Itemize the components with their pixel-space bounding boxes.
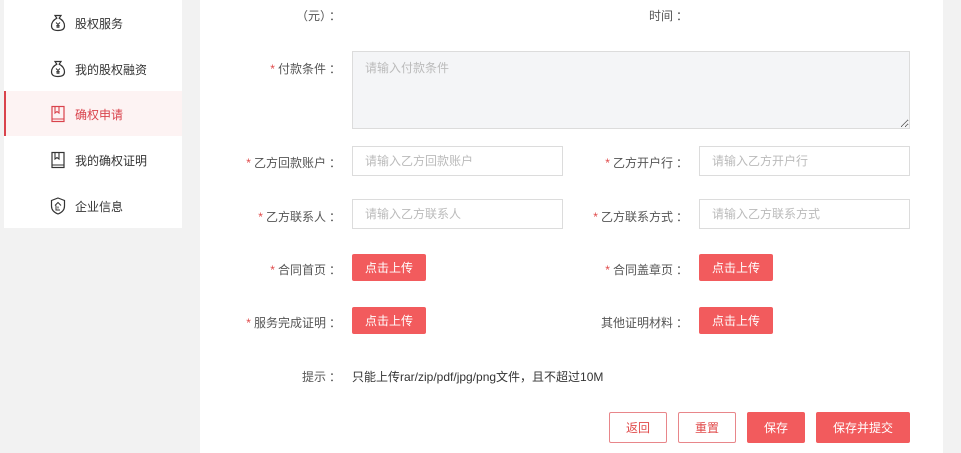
opening-bank-input[interactable]: [699, 146, 910, 176]
reset-button[interactable]: 重置: [678, 412, 736, 443]
contact-method-input[interactable]: [699, 199, 910, 229]
time-label: 时间：: [648, 9, 688, 23]
sidebar-item-label: 企业信息: [75, 200, 124, 214]
back-button[interactable]: 返回: [609, 412, 667, 443]
sidebar-item-label: 确权申请: [75, 108, 124, 122]
enterprise-shield-icon: [48, 196, 68, 216]
opening-bank-label: * 乙方开户行：: [605, 156, 688, 170]
amount-unit-label: （元）：: [295, 9, 341, 23]
service-completion-proof-label: * 服务完成证明：: [246, 316, 341, 330]
sidebar-item-my-rights-proof[interactable]: 我的确权证明: [4, 137, 182, 182]
bookmark-icon: [48, 150, 68, 170]
payment-terms-label: * 付款条件：: [270, 62, 341, 76]
contact-method-label: * 乙方联系方式：: [593, 210, 688, 224]
hint-text: 只能上传rar/zip/pdf/jpg/png文件，且不超过10M: [352, 370, 604, 384]
sidebar-item-label: 我的股权融资: [75, 63, 148, 77]
money-bag-icon: [48, 13, 68, 33]
contact-person-label: * 乙方联系人：: [258, 210, 341, 224]
sidebar-item-equity-service[interactable]: 股权服务: [4, 0, 182, 45]
contact-person-input[interactable]: [352, 199, 563, 229]
payee-account-label: * 乙方回款账户：: [246, 156, 341, 170]
sidebar-item-rights-confirmation-application[interactable]: 确权申请: [4, 91, 182, 136]
contract-first-page-upload-button[interactable]: 点击上传: [352, 254, 426, 281]
sidebar-item-label: 我的确权证明: [75, 154, 148, 168]
contract-seal-page-upload-button[interactable]: 点击上传: [699, 254, 773, 281]
sidebar-item-label: 股权服务: [75, 17, 124, 31]
save-button[interactable]: 保存: [747, 412, 805, 443]
other-proof-materials-upload-button[interactable]: 点击上传: [699, 307, 773, 334]
contract-first-page-label: * 合同首页：: [270, 263, 341, 277]
save-and-submit-button[interactable]: 保存并提交: [816, 412, 910, 443]
bookmark-icon: [48, 104, 68, 124]
payee-account-input[interactable]: [352, 146, 563, 176]
sidebar-item-enterprise-info[interactable]: 企业信息: [4, 183, 182, 228]
sidebar-item-my-equity-financing[interactable]: 我的股权融资: [4, 46, 182, 91]
money-bag-icon: [48, 59, 68, 79]
payment-terms-textarea[interactable]: [352, 51, 910, 129]
form-panel: （元）： 时间： *付款条件： *乙方回款账户： *乙方开户行： *乙方联系人：…: [200, 0, 943, 453]
service-completion-proof-upload-button[interactable]: 点击上传: [352, 307, 426, 334]
sidebar: 股权服务 我的股权融资 确权申请 我的确权证明 企业信息: [4, 0, 182, 228]
contract-seal-page-label: * 合同盖章页：: [605, 263, 688, 277]
right-gutter: [943, 0, 961, 453]
hint-label: 提示：: [301, 370, 341, 384]
other-proof-materials-label: 其他证明材料：: [600, 316, 688, 330]
